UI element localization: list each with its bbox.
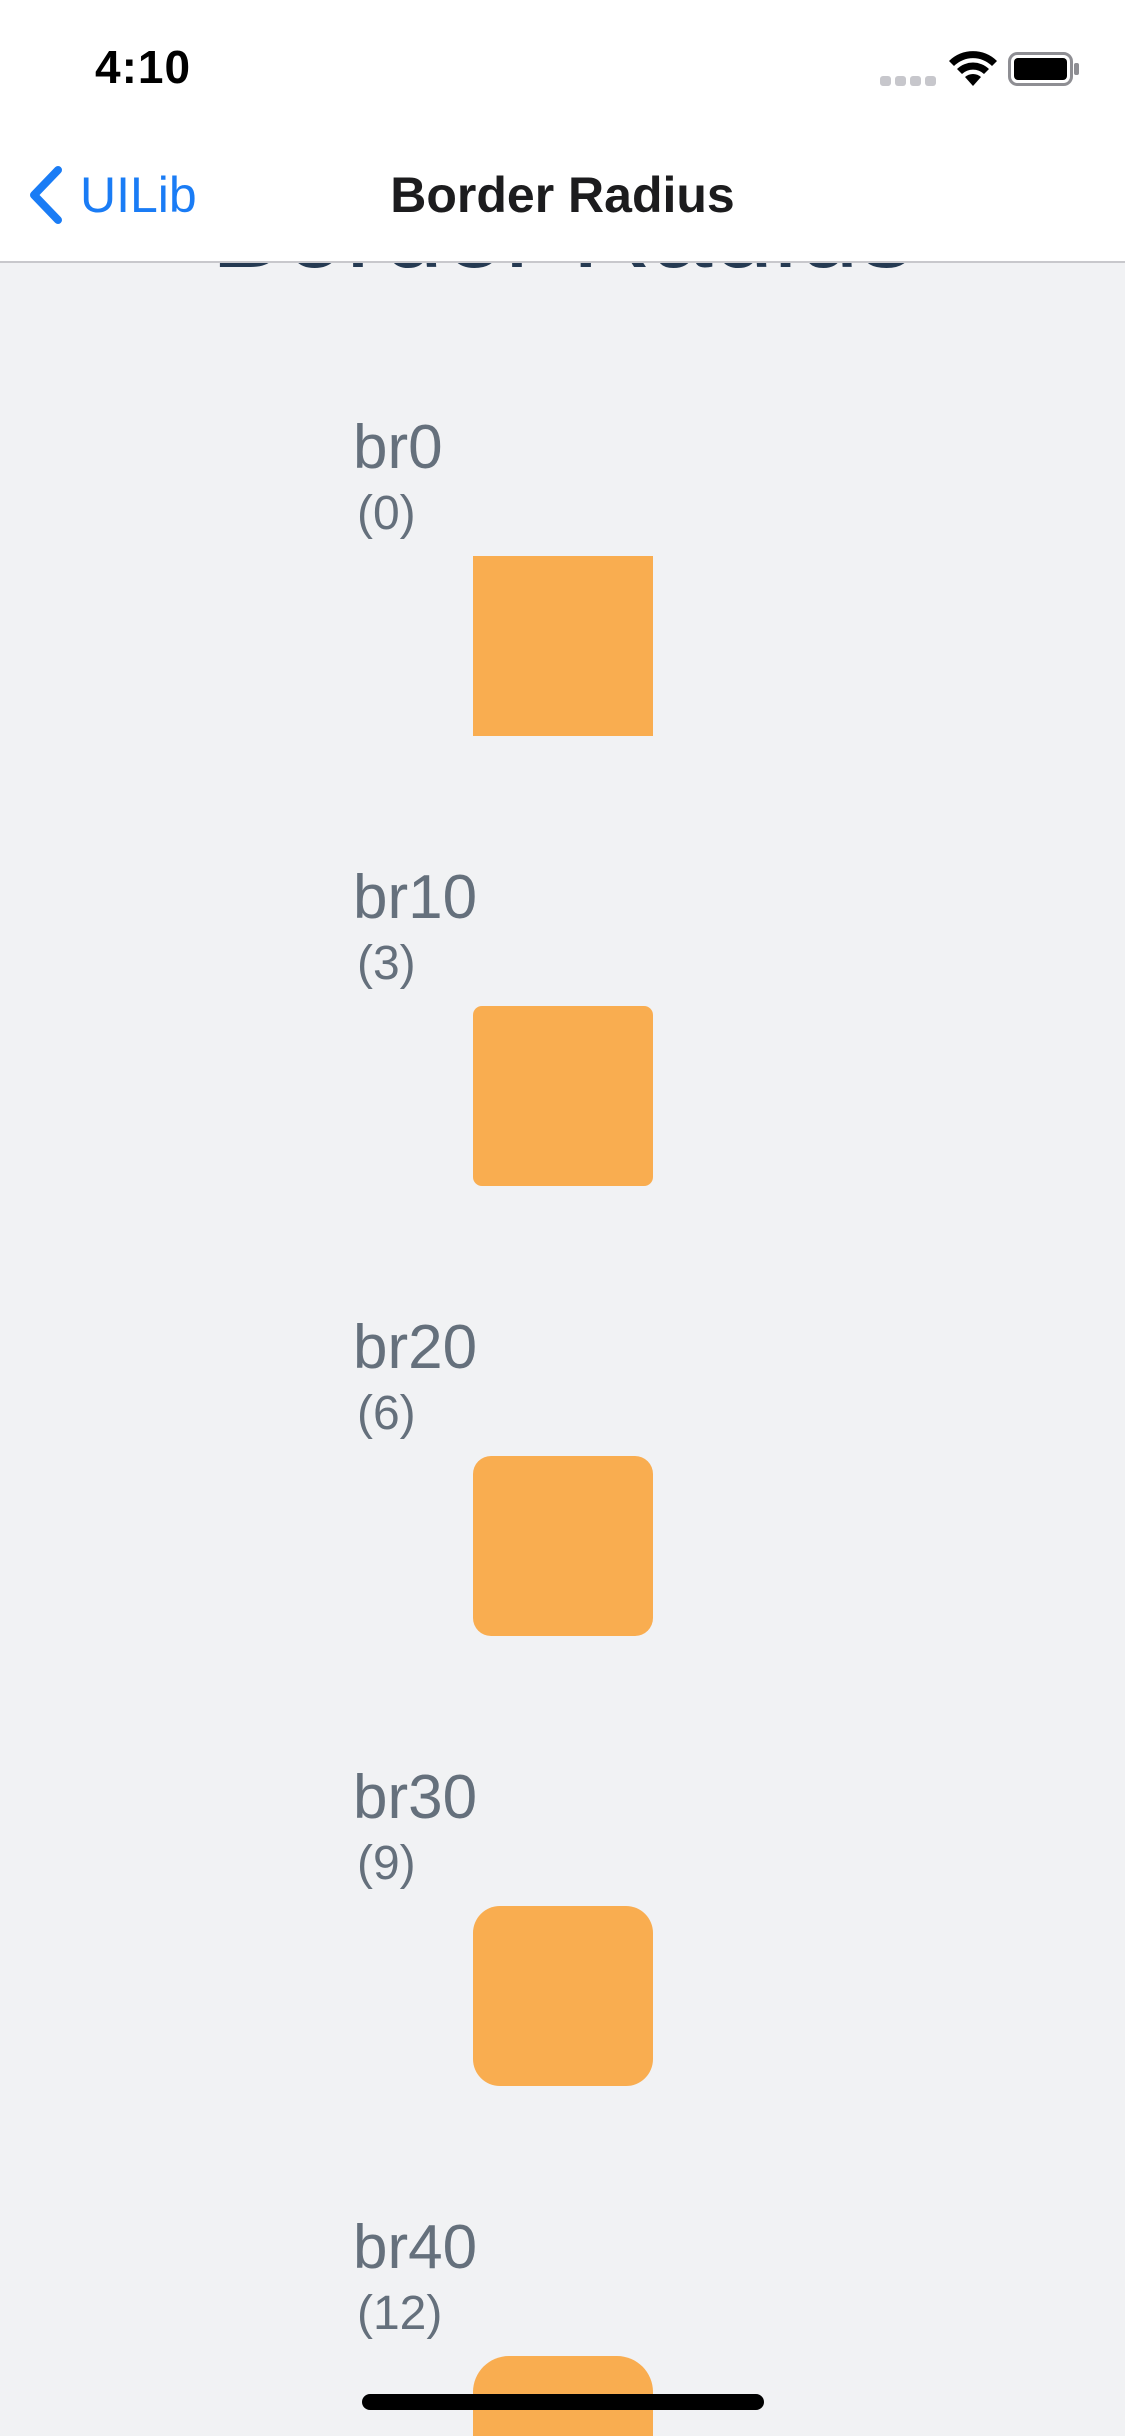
radius-swatch [473,1906,653,2086]
item-name: br10 [353,863,478,932]
navigation-bar: UILib Border Radius [0,130,1125,263]
signal-icon [880,76,936,86]
item-name: br30 [353,1763,478,1832]
item-value: (9) [357,1837,416,1890]
radius-swatch [473,556,653,736]
radius-item-br30: br30 (9) [353,1763,753,2086]
home-indicator[interactable] [362,2394,764,2410]
status-time: 4:10 [95,41,192,93]
radius-swatch [473,1006,653,1186]
item-value: (3) [357,937,416,990]
item-value: (6) [357,1387,416,1440]
nav-title: Border Radius [390,167,735,223]
item-name: br40 [353,2213,478,2282]
status-bar: 4:10 [0,0,1125,130]
screen: 4:10 UILib Border Radius Border Radius [0,0,1125,2436]
page-heading: Border Radius [0,263,1125,295]
item-name: br0 [353,413,443,482]
radius-item-br0: br0 (0) [353,413,753,736]
item-name: br20 [353,1313,478,1382]
radius-item-br10: br10 (3) [353,863,753,1186]
wifi-icon [949,51,997,86]
item-value: (12) [357,2287,443,2340]
item-value: (0) [357,487,416,540]
battery-icon [1008,52,1079,86]
radius-swatch [473,1456,653,1636]
content-scroll-view[interactable]: Border Radius br0 (0) br10 (3) br20 (6) … [0,263,1125,2436]
radius-item-br20: br20 (6) [353,1313,753,1636]
